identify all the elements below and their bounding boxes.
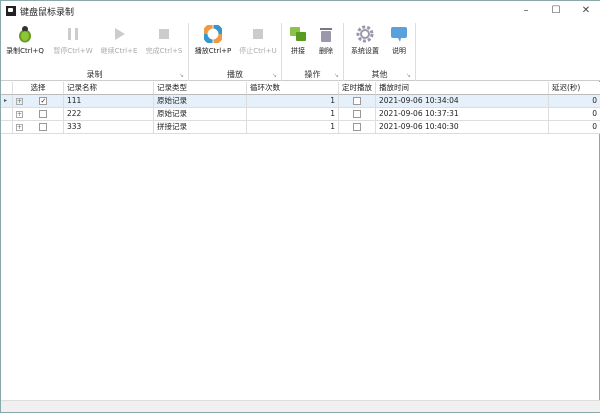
stop-icon [253,29,263,39]
delay-cell[interactable]: 0 [549,95,600,108]
column-header[interactable]: 播放时间 [376,82,549,95]
scheduled-checkbox[interactable] [353,123,361,131]
delay-cell[interactable]: 0 [549,108,600,121]
pause-button[interactable]: 暂停Ctrl+W [52,23,94,56]
row-header-corner [1,82,13,95]
merge-icon [290,27,306,41]
gear-icon [356,25,374,43]
scheduled-cell [339,108,376,121]
finish-button[interactable]: 完成Ctrl+S [143,23,185,56]
expand-icon[interactable]: + [16,124,23,131]
help-button[interactable]: 说明 [387,23,411,56]
expand-icon[interactable]: + [16,111,23,118]
scheduled-checkbox[interactable] [353,110,361,118]
column-header[interactable]: 延迟(秒) [549,82,600,95]
table-row[interactable]: + 222 原始记录 1 2021-09-06 10:37:31 0 [1,108,600,121]
merge-button[interactable]: 拼接 [286,23,310,56]
delete-button[interactable]: 删除 [314,23,338,56]
row-indicator-icon [1,108,13,121]
record-button[interactable]: 录制Ctrl+Q [5,23,45,56]
color-wheel-icon [204,25,222,43]
dialog-launcher-icon[interactable]: ↘ [179,72,184,79]
column-header[interactable]: 记录名称 [64,82,154,95]
type-cell[interactable]: 原始记录 [154,108,247,121]
time-cell[interactable]: 2021-09-06 10:37:31 [376,108,549,121]
column-header[interactable]: 选择 [13,82,64,95]
dialog-launcher-icon[interactable]: ↘ [406,72,411,79]
bug-icon [19,26,31,43]
group-label: 其他 [371,70,388,79]
type-cell[interactable]: 原始记录 [154,95,247,108]
minimize-button[interactable]: – [511,1,541,21]
column-header[interactable]: 循环次数 [247,82,339,95]
select-checkbox[interactable] [39,110,48,118]
resume-button[interactable]: 继续Ctrl+E [98,23,140,56]
select-cell: + ✓ [13,95,64,108]
group-operation: 拼接 删除 操作 ↘ [282,23,344,81]
app-icon [6,6,16,16]
play-icon [115,28,125,40]
scheduled-cell [339,121,376,134]
settings-button[interactable]: 系统设置 [347,23,383,56]
close-button[interactable]: ✕ [571,1,600,21]
ribbon: 录制Ctrl+Q 暂停Ctrl+W 继续Ctrl+E 完成Ctrl+S 录制 ↘… [1,21,600,81]
group-label: 录制 [86,70,103,79]
time-cell[interactable]: 2021-09-06 10:40:30 [376,121,549,134]
expand-icon[interactable]: + [16,98,23,105]
loops-cell[interactable]: 1 [247,121,339,134]
row-indicator-icon: ▸ [1,95,13,108]
speech-bubble-icon [391,27,407,42]
group-play: 播放Ctrl+P 停止Ctrl+U 播放 ↘ [189,23,282,81]
scheduled-cell [339,95,376,108]
type-cell[interactable]: 拼接记录 [154,121,247,134]
column-header[interactable]: 定时播放 [339,82,376,95]
select-cell: + [13,121,64,134]
group-other: 系统设置 说明 其他 ↘ [344,23,416,81]
dialog-launcher-icon[interactable]: ↘ [334,72,339,79]
dialog-launcher-icon[interactable]: ↘ [272,72,277,79]
name-cell[interactable]: 222 [64,108,154,121]
trash-icon [320,28,332,42]
pause-icon [68,28,78,40]
select-checkbox[interactable]: ✓ [39,97,48,105]
loops-cell[interactable]: 1 [247,108,339,121]
table-row[interactable]: ▸ + ✓ 111 原始记录 1 2021-09-06 10:34:04 0 [1,95,600,108]
title-bar: 键盘鼠标录制 – ☐ ✕ [1,1,600,21]
loops-cell[interactable]: 1 [247,95,339,108]
delay-cell[interactable]: 0 [549,121,600,134]
select-checkbox[interactable] [39,123,48,131]
select-cell: + [13,108,64,121]
name-cell[interactable]: 111 [64,95,154,108]
header-row: 选择 记录名称 记录类型 循环次数 定时播放 播放时间 延迟(秒) [1,82,600,95]
window-title: 键盘鼠标录制 [20,7,75,18]
stop-button[interactable]: 停止Ctrl+U [237,23,279,56]
group-label: 播放 [227,70,243,79]
row-indicator-icon [1,121,13,134]
status-bar [1,400,600,412]
table-row[interactable]: + 333 拼接记录 1 2021-09-06 10:40:30 0 [1,121,600,134]
column-header[interactable]: 记录类型 [154,82,247,95]
stop-icon [159,29,169,39]
name-cell[interactable]: 333 [64,121,154,134]
maximize-button[interactable]: ☐ [541,1,571,21]
time-cell[interactable]: 2021-09-06 10:34:04 [376,95,549,108]
group-record: 录制Ctrl+Q 暂停Ctrl+W 继续Ctrl+E 完成Ctrl+S 录制 ↘ [1,23,189,81]
scheduled-checkbox[interactable] [353,97,361,105]
play-button[interactable]: 播放Ctrl+P [192,23,234,56]
